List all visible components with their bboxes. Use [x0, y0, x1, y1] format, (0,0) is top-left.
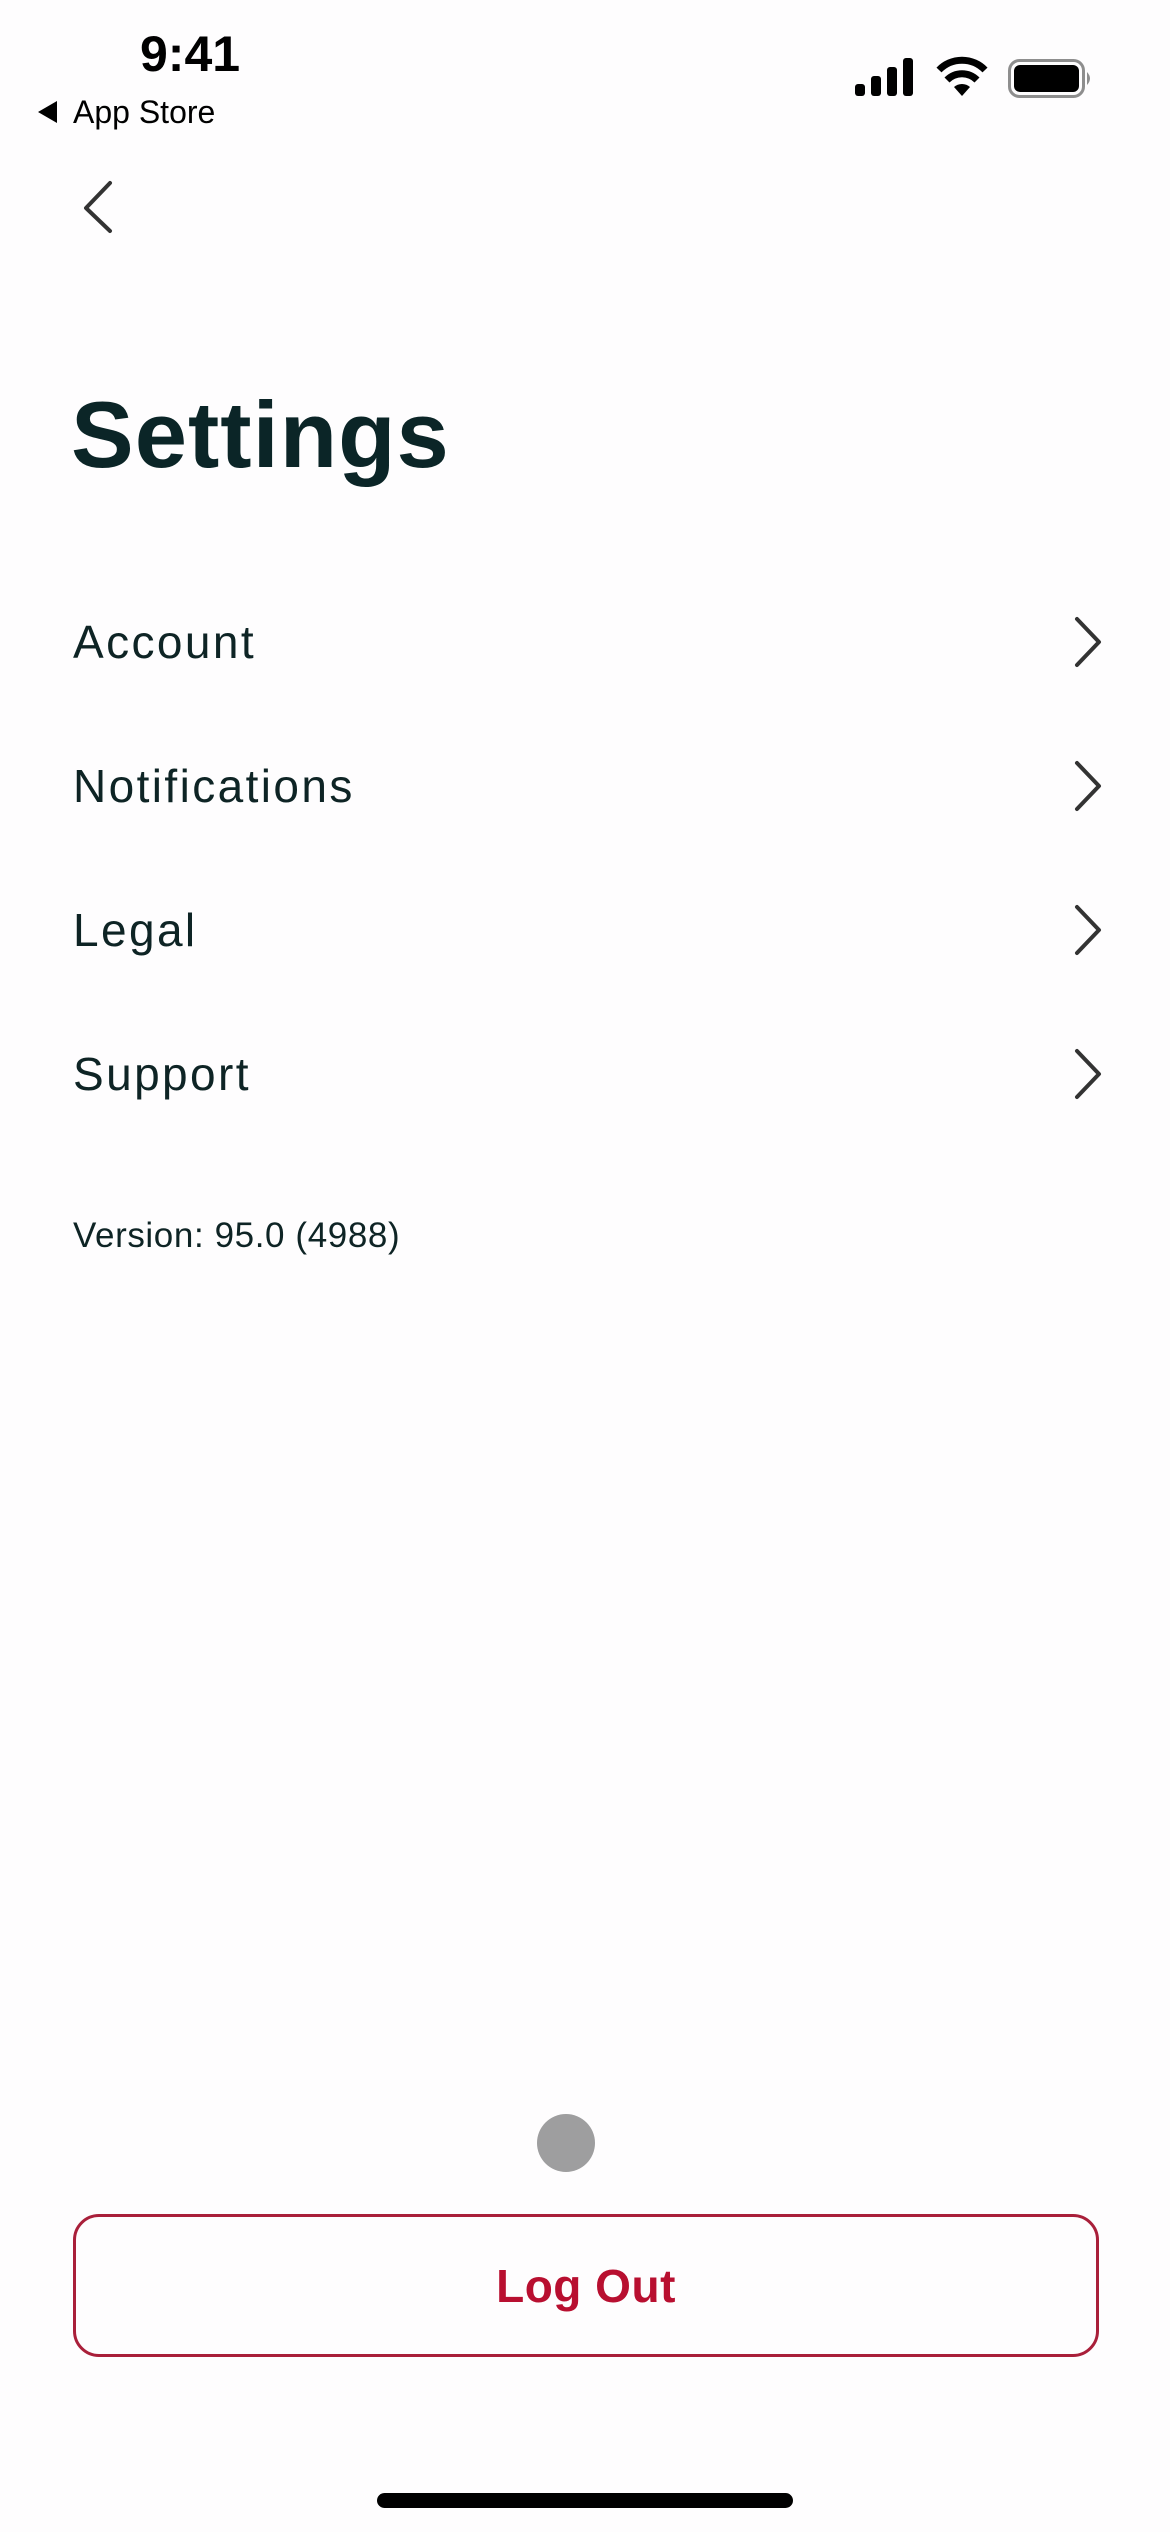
indicator-dot	[537, 2114, 595, 2172]
battery-icon	[1008, 59, 1090, 98]
back-app-label: App Store	[73, 94, 216, 130]
chevron-right-icon	[1075, 1049, 1101, 1099]
row-label: Account	[73, 616, 257, 668]
logout-label: Log Out	[496, 2259, 676, 2312]
home-indicator[interactable]	[377, 2493, 793, 2508]
row-label: Notifications	[73, 760, 355, 812]
chevron-right-icon	[1075, 761, 1101, 811]
status-time: 9:41	[140, 26, 241, 82]
settings-row-support[interactable]: Support	[73, 1019, 1103, 1129]
settings-row-account[interactable]: Account	[73, 587, 1103, 697]
triangle-left-icon	[38, 101, 57, 123]
settings-row-notifications[interactable]: Notifications	[73, 731, 1103, 841]
cellular-signal-icon	[855, 58, 913, 96]
logout-button[interactable]: Log Out	[73, 2214, 1099, 2357]
chevron-right-icon	[1075, 617, 1101, 667]
row-label: Legal	[73, 904, 198, 956]
row-label: Support	[73, 1048, 251, 1100]
settings-row-legal[interactable]: Legal	[73, 875, 1103, 985]
back-button[interactable]	[70, 170, 126, 246]
back-to-app-store[interactable]: App Store	[38, 92, 215, 132]
wifi-icon	[936, 56, 988, 96]
chevron-left-icon	[84, 181, 112, 233]
app-version: Version: 95.0 (4988)	[73, 1216, 401, 1255]
page-title: Settings	[71, 382, 450, 487]
chevron-right-icon	[1075, 905, 1101, 955]
